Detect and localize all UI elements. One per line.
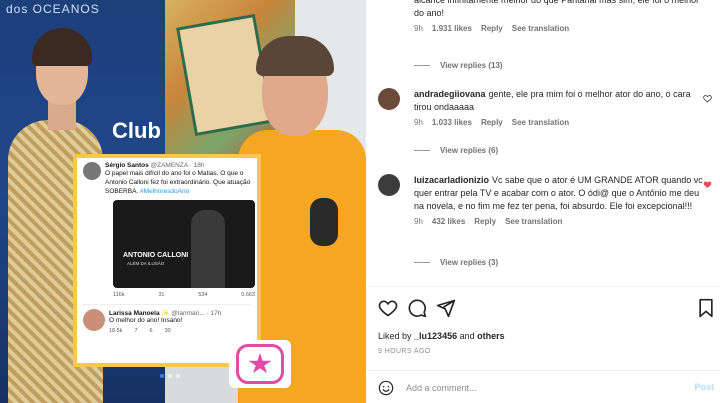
comment-text: alcance infinitamente melhor do que Pant…	[414, 0, 700, 18]
bookmark-icon[interactable]	[696, 298, 716, 318]
video-title: ANTONIO CALLONI	[123, 252, 189, 260]
comment-input[interactable]	[406, 380, 656, 396]
comment-meta: 9h 1.931 likes Reply See translation	[414, 24, 716, 33]
view-replies-label: View replies (3)	[440, 258, 499, 267]
carousel-dot[interactable]	[168, 374, 172, 378]
see-translation-button[interactable]: See translation	[512, 118, 569, 127]
see-translation-button[interactable]: See translation	[512, 24, 569, 33]
post-button[interactable]: Post	[694, 382, 714, 392]
tweet-stat-views: 116k	[113, 292, 125, 299]
view-replies-label: View replies (6)	[440, 146, 499, 155]
tweet-screenshot: Sérgio Santos @ZAMENZA · 18h O papel mai…	[73, 154, 261, 367]
comment-likes[interactable]: 1.033 likes	[432, 118, 472, 127]
comment-item: alcance infinitamente melhor do que Pant…	[378, 0, 716, 33]
tweet-stats: 116k 31 534 0.663	[113, 292, 255, 298]
heart-icon[interactable]	[703, 94, 712, 103]
carousel-dots[interactable]	[160, 374, 180, 378]
add-comment-bar: Post	[366, 370, 720, 403]
tweet-stat-likes: 0.663	[241, 292, 255, 299]
see-translation-button[interactable]: See translation	[505, 217, 562, 226]
video-subtitle: ALÉM DA ILUSÃO	[127, 261, 165, 267]
view-replies-label: View replies (13)	[440, 61, 503, 70]
reply-stat-likes: 30	[164, 328, 171, 335]
brand-text: dos OCEANOS	[6, 2, 100, 16]
liked-by-user[interactable]: _lu123456	[414, 331, 457, 341]
comment-time: 9h	[414, 217, 423, 226]
reply-stat-replies: 7	[134, 328, 138, 335]
reply-stat-views: 18.5k	[109, 328, 123, 335]
carousel-dot[interactable]	[160, 374, 164, 378]
club-text: Club	[112, 118, 161, 143]
divider	[366, 286, 720, 287]
comments-panel: alcance infinitamente melhor do que Pant…	[366, 0, 720, 403]
reply-avatar	[83, 309, 105, 332]
carousel-dot[interactable]	[176, 374, 180, 378]
star-sticker	[229, 340, 291, 388]
post-timestamp[interactable]: 9 HOURS AGO	[378, 348, 431, 355]
comment-bubble-icon[interactable]	[407, 298, 427, 318]
tweet-reply: Larissa Manoela ✨ @lariman... · 17h O me…	[83, 304, 251, 334]
reply-author: Larissa Manoela ✨	[109, 310, 170, 318]
reply-handle: @lariman... · 17h	[171, 310, 222, 318]
avatar[interactable]	[378, 174, 400, 196]
liked-prefix: Liked by	[378, 331, 412, 341]
comment-item: luizacarladionizio Vc sabe que o ator é U…	[378, 174, 716, 226]
post-actions	[378, 298, 716, 320]
liked-by-others[interactable]: others	[477, 331, 505, 341]
comment-likes[interactable]: 432 likes	[432, 217, 465, 226]
tweet-handle: @ZAMENZA · 18h	[150, 162, 205, 169]
liked-middle: and	[459, 331, 475, 341]
avatar[interactable]	[378, 88, 400, 110]
reply-stats: 18.5k 7 6 30	[109, 328, 221, 334]
star-icon	[248, 353, 272, 374]
comment-meta: 9h 432 likes Reply See translation	[414, 217, 716, 226]
post-media[interactable]: dos OCEANOS Club Sérgio Santos @ZAMENZA …	[0, 0, 366, 403]
view-replies-button[interactable]: View replies (13)	[414, 61, 503, 70]
tweet-hashtag: #MelhoresdoAno	[140, 187, 190, 195]
share-send-icon[interactable]	[436, 298, 456, 318]
reply-button[interactable]: Reply	[481, 24, 503, 33]
comment-meta: 9h 1.033 likes Reply See translation	[414, 118, 716, 127]
view-replies-button[interactable]: View replies (3)	[414, 258, 498, 267]
reply-text: O melhor do ano! Insano!	[109, 317, 183, 325]
comment-time: 9h	[414, 118, 423, 127]
reply-button[interactable]: Reply	[481, 118, 503, 127]
tweet-author: Sérgio Santos	[105, 162, 149, 169]
comment-time: 9h	[414, 24, 423, 33]
comment-item: andradegiiovana gente, ele pra mim foi o …	[378, 88, 716, 127]
heart-filled-icon[interactable]	[703, 180, 712, 189]
tweet-video: ANTONIO CALLONI ALÉM DA ILUSÃO	[113, 200, 255, 289]
like-heart-icon[interactable]	[378, 298, 398, 318]
reply-stat-retweets: 6	[149, 328, 153, 335]
sunglasses	[310, 198, 338, 246]
comment-username[interactable]: andradegiiovana	[414, 89, 486, 99]
tweet-avatar	[83, 162, 101, 180]
comment-username[interactable]: luizacarladionizio	[414, 175, 489, 185]
tweet-stat-replies: 31	[158, 292, 165, 299]
reply-button[interactable]: Reply	[474, 217, 496, 226]
tweet-stat-retweets: 534	[198, 292, 208, 299]
emoji-icon[interactable]	[378, 380, 394, 396]
comment-likes[interactable]: 1.931 likes	[432, 24, 472, 33]
liked-by-text: Liked by _lu123456 and others	[378, 331, 505, 341]
view-replies-button[interactable]: View replies (6)	[414, 146, 498, 155]
